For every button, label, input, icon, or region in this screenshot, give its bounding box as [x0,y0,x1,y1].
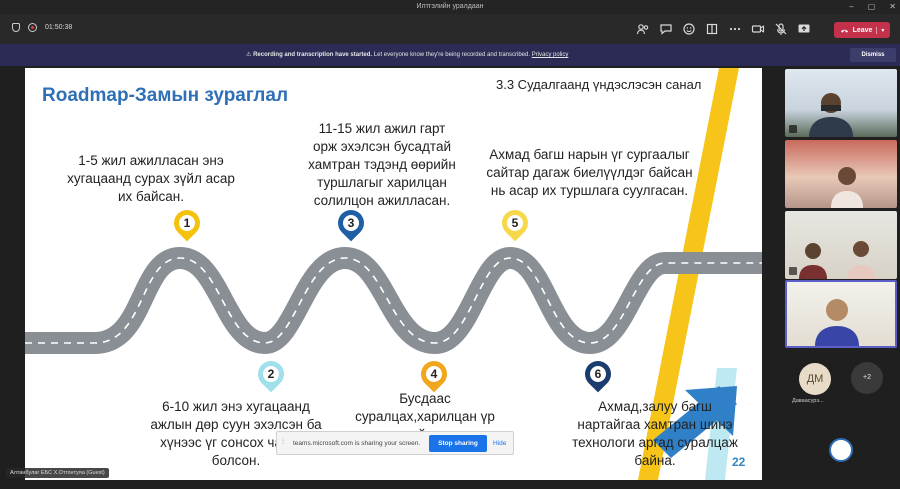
minimize-icon[interactable]: – [849,0,853,14]
slide-number: 22 [732,455,746,469]
chevron-down-icon[interactable]: ▾ [876,26,884,34]
roadmap-road [25,247,762,354]
more-icon[interactable] [728,22,742,36]
milestone-6-text: Ахмад,залуу багш нартайгаа хамтран шинэ те… [572,399,738,468]
recording-icon [28,23,37,32]
more-participants-button[interactable]: +2 [851,362,883,394]
leave-button[interactable]: Leave ▾ [834,22,890,38]
slide-subtitle: 3.3 Судалгаанд үндэслэсэн санал [496,77,702,92]
drag-handle-icon[interactable]: ⁞ [282,439,284,446]
milestone-pin-2: 2 [252,355,290,393]
teams-window: Илтгэлийн уралдаан – ▢ ✕ 01:50:38 Leave … [0,0,900,489]
milestone-pin-6: 6 [579,355,617,393]
mic-off-icon[interactable] [774,22,788,36]
chat-icon[interactable] [659,22,673,36]
presenter-name: Алтанбулаг ЕБС Х.Отгонтуяа (Guest) [6,468,109,478]
warning-icon: ⚠ [246,52,252,58]
window-title: Илтгэлийн уралдаан [416,3,484,10]
phone-icon [840,29,848,33]
milestone-1-text: 1-5 жил ажилласан энэ хугацаанд сурах зүй… [67,153,235,204]
presentation-slide: Roadmap-Замын зураглал 3.3 Судалгаанд үн… [25,68,762,480]
maximize-icon[interactable]: ▢ [868,0,876,14]
camera-icon[interactable] [751,22,765,36]
mic-off-icon [789,267,797,275]
meeting-timer: 01:50:38 [45,24,73,31]
shared-screen: Roadmap-Замын зураглал 3.3 Судалгаанд үн… [0,66,780,489]
mic-off-icon [789,125,797,133]
organization-logo [829,438,853,462]
milestone-pin-3: 3 [332,204,370,242]
slide-title: Roadmap-Замын зураглал [42,85,289,106]
milestone-3-text: 11-15 жил ажил гарт орж эхэлсэн бусадтай х… [308,121,456,208]
share-icon[interactable] [797,22,811,36]
leave-label: Leave [852,26,873,34]
stop-sharing-button[interactable]: Stop sharing [429,435,487,452]
banner-message: Let everyone know they're being recorded… [373,52,531,58]
participant-name: Даваасүрэ... [792,398,824,404]
dismiss-button[interactable]: Dismiss [850,48,896,62]
meeting-toolbar: 01:50:38 Leave ▾ [0,14,900,44]
privacy-policy-link[interactable]: Privacy policy [532,52,569,58]
reactions-icon[interactable] [682,22,696,36]
milestone-pin-4: 4 [415,355,453,393]
sharing-message: teams.microsoft.com is sharing your scre… [293,440,421,447]
recording-banner: ⚠ Recording and transcription have start… [0,44,900,66]
rooms-icon[interactable] [705,22,719,36]
participant-video-3[interactable] [785,211,897,279]
participant-video-1[interactable] [785,69,897,137]
participant-video-active-speaker[interactable] [785,280,897,348]
hide-sharing-bar-button[interactable]: Hide [493,432,506,456]
window-title-bar: Илтгэлийн уралдаан – ▢ ✕ [0,0,900,14]
people-icon[interactable] [636,22,650,36]
screen-sharing-bar: ⁞ teams.microsoft.com is sharing your sc… [276,431,514,455]
close-icon[interactable]: ✕ [889,0,896,14]
milestone-5-text: Ахмад багш нарын үг сургаалыг сайтар дага… [486,147,693,198]
avatar[interactable]: ДМ [799,363,831,395]
participant-video-2[interactable] [785,140,897,208]
milestone-pin-5: 5 [496,204,534,242]
milestone-pin-1: 1 [168,204,206,242]
shield-icon [12,23,20,32]
banner-bold: Recording and transcription have started… [253,52,373,58]
